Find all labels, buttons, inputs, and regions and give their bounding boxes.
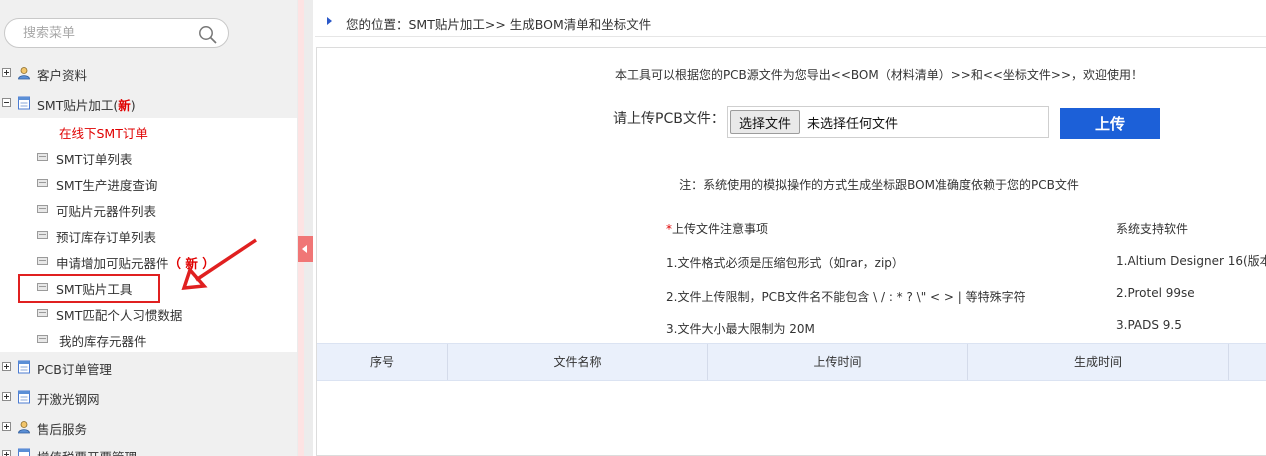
annotation-arrow-icon bbox=[181, 238, 257, 291]
submenu-item-my-stock[interactable]: 我的库存元器件 bbox=[0, 326, 297, 352]
menu-group-label: 售后服务 bbox=[37, 422, 88, 437]
expand-plus-icon[interactable] bbox=[2, 392, 11, 401]
breadcrumb-arrow-icon bbox=[327, 17, 332, 25]
breadcrumb-text: 您的位置：SMT贴片加工>> 生成BOM清单和坐标文件 bbox=[346, 17, 652, 32]
menu-group-label: 增值税票开票管理 bbox=[37, 447, 137, 456]
submenu-item-smt-progress[interactable]: SMT生产进度查询 bbox=[0, 170, 297, 196]
expand-plus-icon[interactable] bbox=[2, 422, 11, 431]
menu-group-label: SMT贴片加工(新) bbox=[37, 98, 136, 113]
upload-notices-title: *上传文件注意事项 bbox=[666, 222, 769, 236]
breadcrumb: 您的位置：SMT贴片加工>> 生成BOM清单和坐标文件 bbox=[315, 7, 1266, 37]
menu-group-smt[interactable]: SMT贴片加工(新) bbox=[0, 88, 297, 118]
list-icon bbox=[37, 153, 48, 161]
bom-tool-panel: 本工具可以根据您的PCB源文件为您导出<<BOM（材料清单）>>和<<坐标文件>… bbox=[316, 47, 1266, 456]
submenu-item-habit-data[interactable]: SMT匹配个人习惯数据 bbox=[0, 300, 297, 326]
smt-submenu: 在线下SMT订单 SMT订单列表 SMT生产进度查询 可贴片元器件列表 预订库存… bbox=[0, 118, 297, 352]
expand-plus-icon[interactable] bbox=[2, 450, 11, 456]
document-icon bbox=[18, 390, 30, 404]
main-content: 您的位置：SMT贴片加工>> 生成BOM清单和坐标文件 本工具可以根据您的PCB… bbox=[313, 0, 1266, 456]
submenu-item-online-smt-order[interactable]: 在线下SMT订单 bbox=[0, 118, 297, 144]
column-header-index[interactable]: 序号 bbox=[317, 344, 448, 380]
submenu-item-label: 我的库存元器件 bbox=[59, 334, 147, 349]
tool-intro-text: 本工具可以根据您的PCB源文件为您导出<<BOM（材料清单）>>和<<坐标文件>… bbox=[614, 68, 1144, 82]
collapse-minus-icon[interactable] bbox=[2, 98, 11, 107]
upload-button[interactable]: 上传 bbox=[1060, 108, 1160, 139]
person-icon bbox=[18, 421, 30, 434]
submenu-item-smt-order-list[interactable]: SMT订单列表 bbox=[0, 144, 297, 170]
new-badge: 新 bbox=[118, 98, 131, 113]
submenu-item-label: 可贴片元器件列表 bbox=[56, 204, 157, 219]
choose-file-button[interactable]: 选择文件 bbox=[730, 110, 800, 134]
list-icon bbox=[37, 335, 48, 343]
submenu-item-component-list[interactable]: 可贴片元器件列表 bbox=[0, 196, 297, 222]
file-input[interactable]: 选择文件 未选择任何文件 bbox=[727, 106, 1049, 138]
search-icon[interactable] bbox=[198, 25, 218, 45]
menu-group-customer-info[interactable]: 客户资料 bbox=[0, 58, 297, 88]
search-box bbox=[4, 18, 229, 48]
supported-software-item: 2.Protel 99se bbox=[1116, 286, 1195, 300]
submenu-item-label: SMT匹配个人习惯数据 bbox=[56, 308, 183, 323]
menu-group-after-sales[interactable]: 售后服务 bbox=[0, 412, 297, 442]
submenu-item-label: 在线下SMT订单 bbox=[59, 126, 148, 141]
person-icon bbox=[18, 67, 30, 80]
column-header-generate-time[interactable]: 生成时间 bbox=[968, 344, 1229, 380]
expand-plus-icon[interactable] bbox=[2, 362, 11, 371]
menu-group-label: 开激光钢网 bbox=[37, 392, 100, 407]
list-icon bbox=[37, 257, 48, 265]
submenu-item-label: SMT生产进度查询 bbox=[56, 178, 158, 193]
menu-group-laser-stencil[interactable]: 开激光钢网 bbox=[0, 382, 297, 412]
menu-group-label: 客户资料 bbox=[37, 68, 88, 83]
expand-plus-icon[interactable] bbox=[2, 68, 11, 77]
menu-group-pcb-orders[interactable]: PCB订单管理 bbox=[0, 352, 297, 382]
collapse-sidebar-handle[interactable] bbox=[298, 236, 313, 262]
document-icon bbox=[18, 448, 30, 456]
file-status-text: 未选择任何文件 bbox=[807, 117, 899, 132]
list-icon bbox=[37, 309, 48, 317]
upload-notice-item: 1.文件格式必须是压缩包形式（如rar，zip） bbox=[666, 256, 904, 270]
document-icon bbox=[18, 96, 30, 110]
file-table-header: 序号 文件名称 上传时间 生成时间 bbox=[317, 343, 1266, 381]
supported-software-item: 1.Altium Designer 16(版本向下兼容) bbox=[1116, 254, 1266, 268]
upload-notice-item: 2.文件上传限制，PCB文件名不能包含 \ / : * ? \" < > | 等… bbox=[666, 290, 1026, 304]
submenu-item-label: SMT订单列表 bbox=[56, 152, 133, 167]
menu-group-vat-invoice[interactable]: 增值税票开票管理 bbox=[0, 440, 297, 456]
annotation-highlight-box bbox=[18, 274, 160, 303]
list-icon bbox=[37, 231, 48, 239]
submenu-item-label: 预订库存订单列表 bbox=[56, 230, 157, 245]
menu-group-label: PCB订单管理 bbox=[37, 362, 112, 377]
column-header-extra[interactable] bbox=[1229, 344, 1266, 380]
column-header-file-name[interactable]: 文件名称 bbox=[448, 344, 708, 380]
column-header-upload-time[interactable]: 上传时间 bbox=[708, 344, 968, 380]
upload-label: 请上传PCB文件： bbox=[613, 111, 725, 127]
splitter-strip bbox=[298, 0, 304, 456]
list-icon bbox=[37, 179, 48, 187]
list-icon bbox=[37, 205, 48, 213]
document-icon bbox=[18, 360, 30, 374]
accuracy-note: 注：系统使用的模拟操作的方式生成坐标跟BOM准确度依赖于您的PCB文件 bbox=[679, 178, 1079, 192]
search-input[interactable] bbox=[23, 24, 183, 42]
supported-software-title: 系统支持软件 bbox=[1116, 222, 1189, 236]
upload-notice-item: 3.文件大小最大限制为 20M bbox=[666, 322, 815, 336]
supported-software-item: 3.PADS 9.5 bbox=[1116, 318, 1182, 332]
sidebar: 客户资料 SMT贴片加工(新) 在线下SMT订单 SMT订单列表 SMT生产进度… bbox=[0, 0, 297, 456]
